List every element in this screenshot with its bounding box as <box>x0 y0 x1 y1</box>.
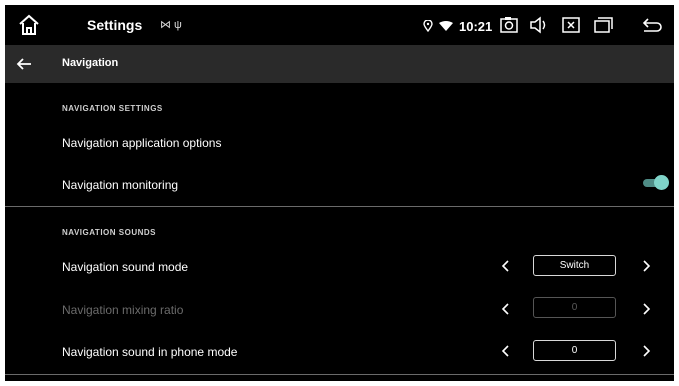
navigation-application-options[interactable]: Navigation application options <box>62 136 221 150</box>
navigation-monitoring-label: Navigation monitoring <box>62 178 179 192</box>
back-arrow-icon[interactable] <box>15 55 33 73</box>
clock: 10:21 <box>459 18 493 34</box>
phone-mode-value: 0 <box>533 340 616 361</box>
camera-icon[interactable] <box>498 14 520 36</box>
usb-notification-icon: ⋈ ψ <box>160 19 182 31</box>
close-box-icon[interactable] <box>560 14 582 36</box>
screen: Settings ⋈ ψ 10:21 Navigation NAVIGATION… <box>5 5 674 381</box>
section-divider <box>5 206 674 207</box>
bottom-divider <box>5 374 674 375</box>
navigation-sound-phone-mode-label: Navigation sound in phone mode <box>62 345 238 359</box>
section-header-navigation-settings: NAVIGATION SETTINGS <box>62 104 163 113</box>
page-title: Navigation <box>62 57 119 69</box>
chevron-right-icon[interactable] <box>639 302 653 316</box>
navigation-sound-mode-label: Navigation sound mode <box>62 260 189 274</box>
chevron-right-icon[interactable] <box>639 344 653 358</box>
return-icon[interactable] <box>641 14 663 36</box>
navigation-mixing-ratio-label: Navigation mixing ratio <box>62 303 184 317</box>
chevron-left-icon[interactable] <box>499 344 513 358</box>
navigation-monitoring-toggle[interactable] <box>643 175 669 191</box>
status-bar: Settings ⋈ ψ 10:21 <box>5 5 674 45</box>
windows-icon[interactable] <box>592 14 614 36</box>
app-bar: Navigation <box>5 45 674 83</box>
home-icon[interactable] <box>17 13 41 37</box>
location-icon <box>423 20 433 32</box>
status-title: Settings <box>87 17 143 33</box>
sound-mode-value: Switch <box>533 255 616 276</box>
chevron-right-icon[interactable] <box>639 259 653 273</box>
chevron-left-icon[interactable] <box>499 259 513 273</box>
section-header-navigation-sounds: NAVIGATION SOUNDS <box>62 228 156 237</box>
toggle-thumb <box>654 175 669 190</box>
mixing-ratio-value: 0 <box>533 297 616 318</box>
volume-icon[interactable] <box>528 14 550 36</box>
wifi-icon <box>439 20 453 31</box>
system-tray: 10:21 <box>423 15 498 37</box>
chevron-left-icon[interactable] <box>499 302 513 316</box>
